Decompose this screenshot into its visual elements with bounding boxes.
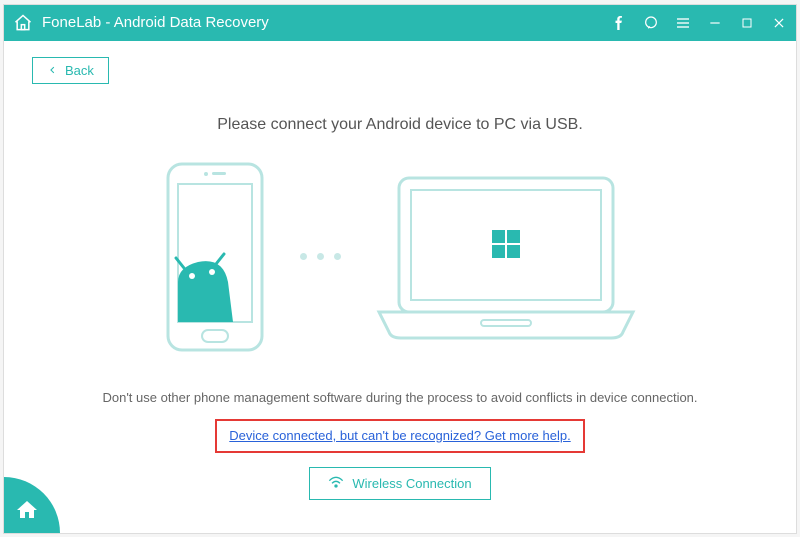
facebook-icon[interactable] bbox=[610, 14, 628, 32]
maximize-button[interactable] bbox=[738, 14, 756, 32]
close-button[interactable] bbox=[770, 14, 788, 32]
help-link[interactable]: Device connected, but can't be recognize… bbox=[229, 428, 570, 443]
laptop-illustration bbox=[371, 172, 641, 342]
wifi-icon bbox=[328, 475, 344, 492]
home-corner-button[interactable] bbox=[4, 477, 60, 533]
phone-illustration bbox=[160, 162, 270, 352]
instruction-text: Please connect your Android device to PC… bbox=[32, 116, 768, 134]
connection-dots-icon bbox=[300, 253, 341, 260]
minimize-button[interactable] bbox=[706, 14, 724, 32]
app-title: FoneLab - Android Data Recovery bbox=[42, 14, 610, 31]
back-button[interactable]: Back bbox=[32, 57, 109, 84]
menu-icon[interactable] bbox=[674, 14, 692, 32]
wireless-connection-button[interactable]: Wireless Connection bbox=[309, 467, 490, 500]
content-area: Back Please connect your Android device … bbox=[4, 41, 796, 533]
feedback-icon[interactable] bbox=[642, 14, 660, 32]
wireless-button-label: Wireless Connection bbox=[352, 476, 471, 491]
home-logo-icon bbox=[12, 12, 34, 34]
help-link-highlight: Device connected, but can't be recognize… bbox=[215, 419, 584, 453]
back-button-label: Back bbox=[65, 63, 94, 78]
titlebar-controls bbox=[610, 14, 788, 32]
titlebar: FoneLab - Android Data Recovery bbox=[4, 5, 796, 41]
back-arrow-icon bbox=[47, 65, 59, 75]
connection-illustration bbox=[32, 162, 768, 352]
home-icon bbox=[15, 498, 39, 522]
app-window: FoneLab - Android Data Recovery bbox=[3, 4, 797, 534]
warning-text: Don't use other phone management softwar… bbox=[32, 390, 768, 405]
